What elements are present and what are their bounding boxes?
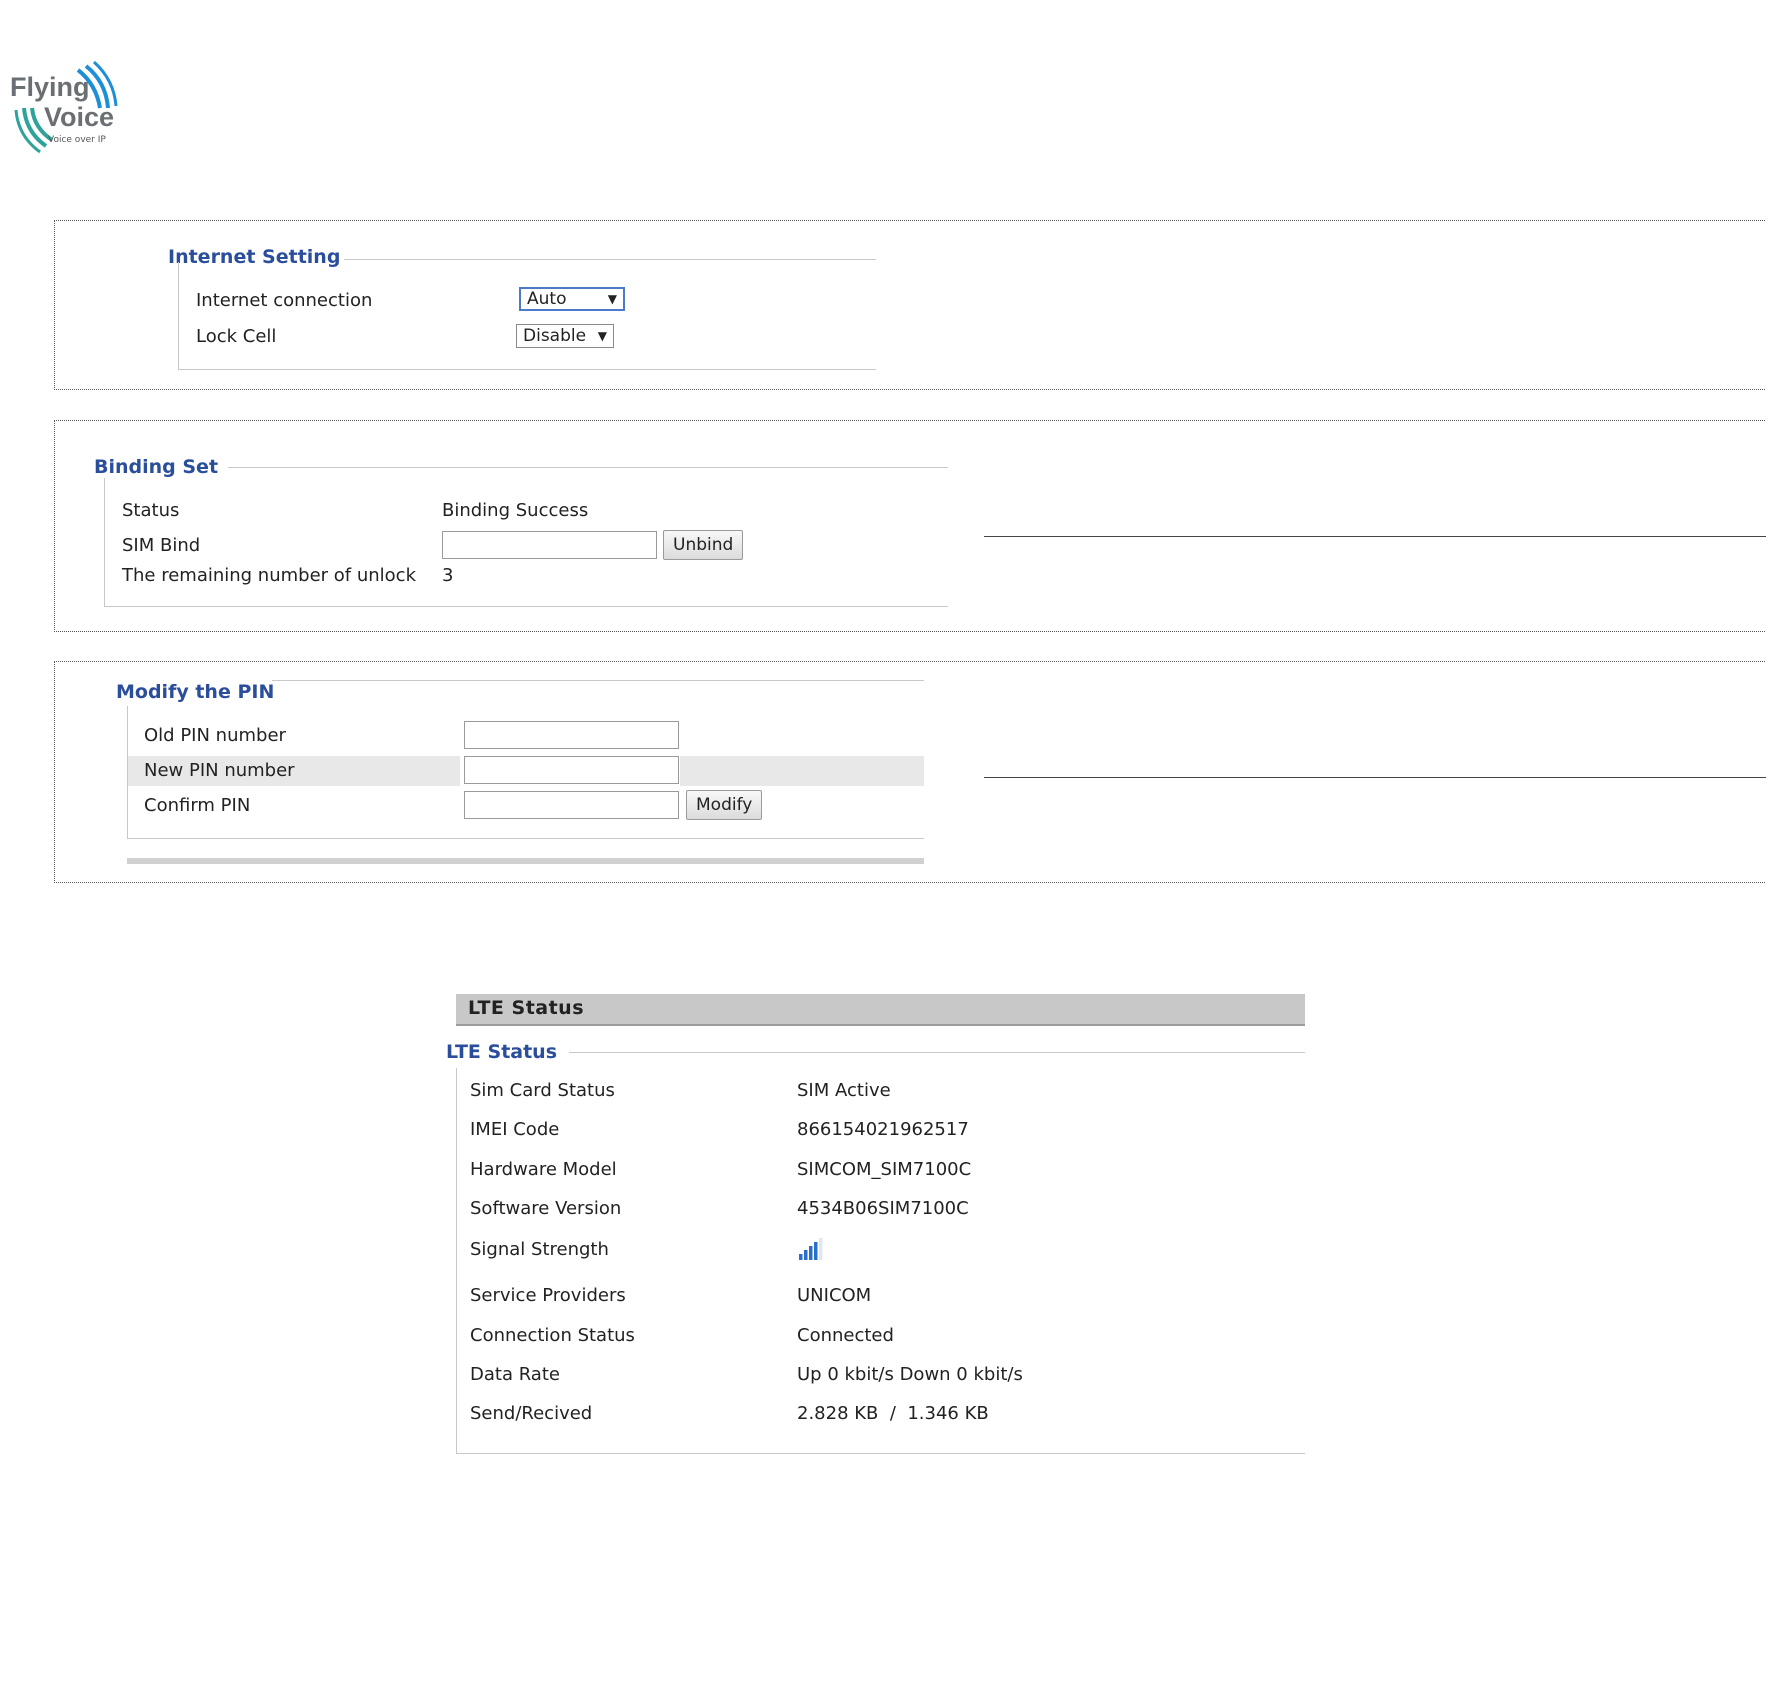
remaining-unlock-value: 3 xyxy=(442,565,454,586)
signal-bar xyxy=(804,1250,808,1260)
logo-line1: Flying xyxy=(10,72,90,102)
signal-bar xyxy=(814,1242,818,1260)
sim-bind-input[interactable] xyxy=(442,531,657,559)
internet-connection-value: Auto xyxy=(527,289,567,309)
fieldset-bottom-border xyxy=(104,606,948,607)
fieldset-bottom-border xyxy=(127,838,924,839)
sim-card-status-value: SIM Active xyxy=(797,1080,891,1101)
connection-status-value: Connected xyxy=(797,1325,894,1346)
binding-set-panel xyxy=(54,420,1766,632)
dropdown-arrow-icon: ▼ xyxy=(597,329,607,343)
signal-bar xyxy=(799,1254,803,1260)
imei-code-value: 866154021962517 xyxy=(797,1119,969,1140)
signal-bar xyxy=(809,1246,813,1260)
hardware-model-label: Hardware Model xyxy=(470,1159,617,1180)
send-received-value: 2.828 KB / 1.346 KB xyxy=(797,1403,989,1424)
lte-status-title: LTE Status xyxy=(446,1041,558,1063)
separator-line xyxy=(984,536,1766,537)
new-pin-row-highlight xyxy=(680,756,924,786)
fieldset-top-border xyxy=(228,467,948,468)
data-rate-label: Data Rate xyxy=(470,1364,560,1385)
new-pin-input[interactable] xyxy=(464,756,679,784)
service-providers-label: Service Providers xyxy=(470,1285,626,1306)
fieldset-left-border xyxy=(456,1068,457,1453)
separator-line xyxy=(984,777,1766,778)
internet-setting-title: Internet Setting xyxy=(168,246,341,268)
binding-set-title: Binding Set xyxy=(94,456,219,478)
old-pin-label: Old PIN number xyxy=(144,725,286,746)
signal-strength-icon xyxy=(797,1236,825,1262)
lte-status-header: LTE Status xyxy=(456,994,1305,1026)
logo-graphic: Flying Voice Voice over IP xyxy=(10,60,118,154)
old-pin-input[interactable] xyxy=(464,721,679,749)
lock-cell-select[interactable]: Disable ▼ xyxy=(516,324,614,348)
send-received-label: Send/Recived xyxy=(470,1403,593,1424)
modify-pin-title: Modify the PIN xyxy=(116,681,275,703)
binding-status-value: Binding Success xyxy=(442,500,589,521)
footer-bar xyxy=(127,858,924,864)
fieldset-top-border xyxy=(569,1052,1305,1053)
dropdown-arrow-icon: ▼ xyxy=(607,292,617,306)
sim-bind-label: SIM Bind xyxy=(122,535,201,556)
service-providers-value: UNICOM xyxy=(797,1285,872,1306)
lte-status-header-text: LTE Status xyxy=(468,997,585,1019)
logo-tagline: Voice over IP xyxy=(48,135,106,145)
hardware-model-value: SIMCOM_SIM7100C xyxy=(797,1159,972,1180)
sim-card-status-label: Sim Card Status xyxy=(470,1080,615,1101)
connection-status-label: Connection Status xyxy=(470,1325,635,1346)
binding-status-label: Status xyxy=(122,500,180,521)
fieldset-top-border xyxy=(344,259,876,260)
signal-bar xyxy=(819,1238,823,1260)
internet-connection-label: Internet connection xyxy=(196,290,373,311)
modify-button[interactable]: Modify xyxy=(686,790,763,820)
internet-connection-select[interactable]: Auto ▼ xyxy=(519,287,625,311)
logo-line2: Voice xyxy=(44,102,114,132)
remaining-unlock-label: The remaining number of unlock xyxy=(122,565,417,586)
data-rate-value: Up 0 kbit/s Down 0 kbit/s xyxy=(797,1364,1023,1385)
imei-code-label: IMEI Code xyxy=(470,1119,560,1140)
software-version-label: Software Version xyxy=(470,1198,622,1219)
lock-cell-value: Disable xyxy=(523,326,587,346)
fieldset-bottom-border xyxy=(456,1453,1305,1454)
fieldset-left-border xyxy=(104,478,105,606)
new-pin-label: New PIN number xyxy=(144,760,295,781)
fieldset-top-border xyxy=(272,680,924,681)
fieldset-left-border xyxy=(178,262,179,369)
confirm-pin-label: Confirm PIN xyxy=(144,795,251,816)
flying-voice-logo: Flying Voice Voice over IP xyxy=(10,60,120,155)
signal-strength-label: Signal Strength xyxy=(470,1239,609,1260)
software-version-value: 4534B06SIM7100C xyxy=(797,1198,969,1219)
confirm-pin-input[interactable] xyxy=(464,791,679,819)
unbind-button[interactable]: Unbind xyxy=(663,530,744,560)
lock-cell-label: Lock Cell xyxy=(196,326,277,347)
fieldset-bottom-border xyxy=(178,369,876,370)
